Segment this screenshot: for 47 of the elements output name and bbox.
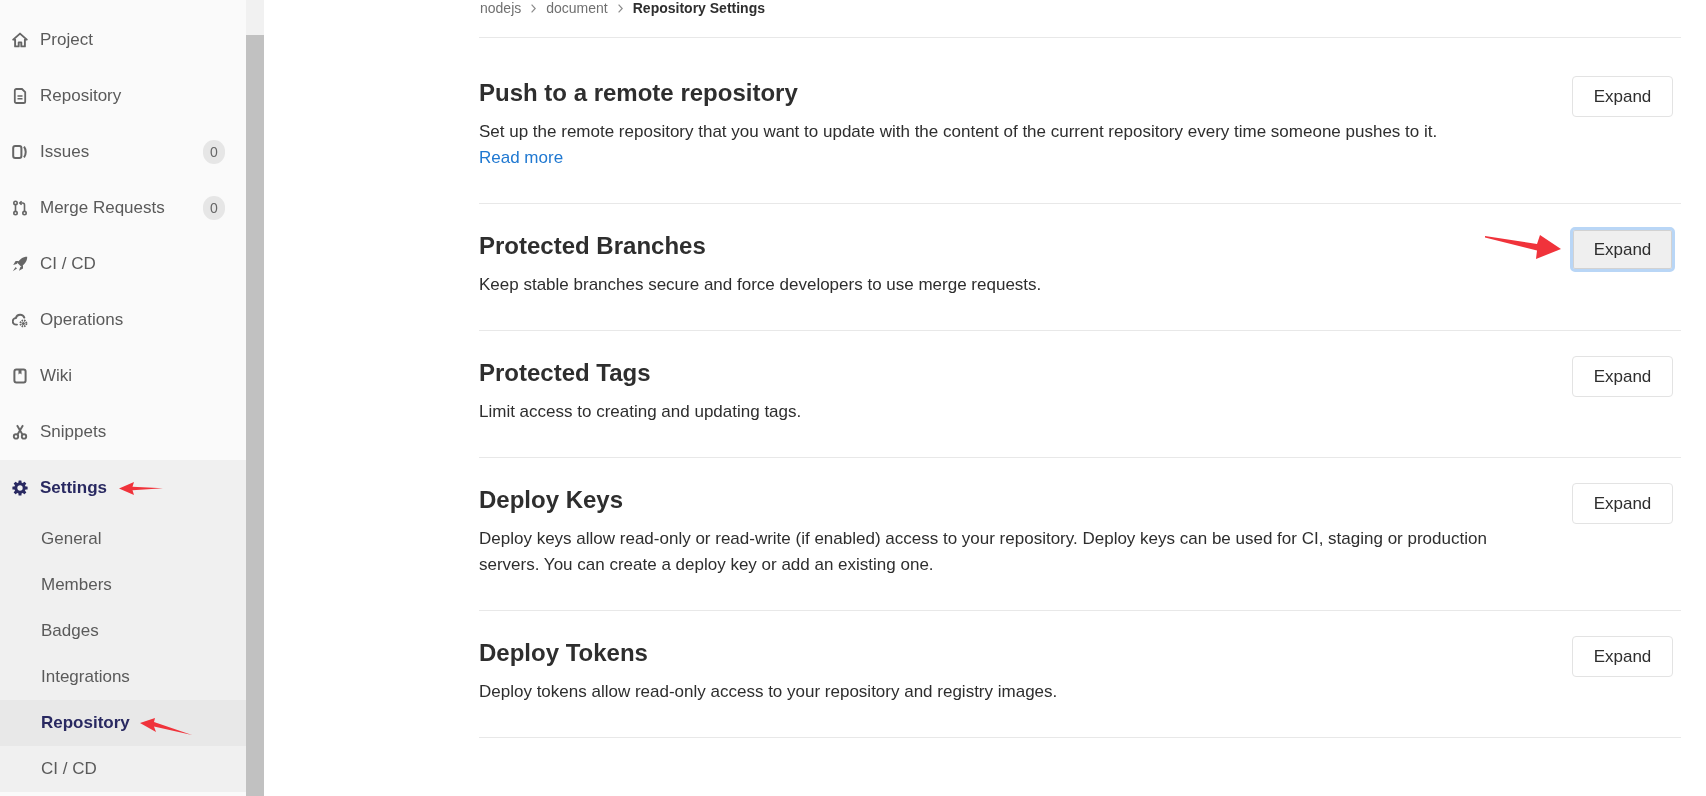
merge-request-icon xyxy=(12,200,28,216)
home-icon xyxy=(12,32,28,48)
breadcrumb-current-page: Repository Settings xyxy=(632,0,765,16)
section-title: Deploy Keys xyxy=(479,485,625,515)
rocket-icon xyxy=(12,256,28,272)
sidebar-item[interactable]: Issues 0 xyxy=(0,124,246,180)
section-title: Protected Branches xyxy=(479,231,707,261)
sidebar-item[interactable]: Settings xyxy=(0,460,246,516)
section-description: Set up the remote repository that you want to update with the content of the current repository every time someone pushes to it. Read more xyxy=(479,121,1439,169)
scissors-icon xyxy=(12,424,28,440)
submenu-item[interactable]: Repository xyxy=(0,700,246,746)
count-badge: 0 xyxy=(203,140,225,164)
sidebar-item[interactable]: CI / CD xyxy=(0,236,246,292)
chevron-right-icon xyxy=(617,3,623,13)
sidebar-item[interactable]: Operations xyxy=(0,292,246,348)
expand-button[interactable]: Expand xyxy=(1572,636,1673,677)
issue-icon xyxy=(12,144,28,160)
section-description: Limit access to creating and updating tags. xyxy=(479,401,803,423)
breadcrumb-link[interactable]: nodejs xyxy=(480,0,522,16)
breadcrumb-link[interactable]: document xyxy=(546,0,608,16)
section-description: Deploy tokens allow read-only access to your repository and registry images. xyxy=(479,681,1059,703)
expand-button[interactable]: Expand xyxy=(1572,356,1673,397)
book-icon xyxy=(12,368,28,384)
section-description: Deploy keys allow read-only or read-write (if enabled) access to your repository. Deploy keys can be used for CI, staging or production servers. You can create a deploy key or add an existing one. xyxy=(479,528,1488,576)
sidebar-item[interactable]: Repository xyxy=(0,68,246,124)
submenu-item[interactable]: CI / CD xyxy=(0,746,246,792)
chevron-right-icon xyxy=(531,3,537,13)
section-description: Keep stable branches secure and force developers to use merge requests. xyxy=(479,274,1043,296)
submenu-item[interactable]: Integrations xyxy=(0,654,246,700)
section-title: Push to a remote repository xyxy=(479,78,799,108)
read-more-link[interactable]: Read more xyxy=(479,148,564,167)
expand-button[interactable]: Expand xyxy=(1572,483,1673,524)
sidebar-item[interactable]: Snippets xyxy=(0,404,246,460)
cloud-gear-icon xyxy=(12,312,28,328)
sidebar-item[interactable]: Merge Requests 0 xyxy=(0,180,246,236)
section-title: Deploy Tokens xyxy=(479,638,649,668)
settings-icon xyxy=(12,480,28,496)
sidebar-item[interactable]: Project xyxy=(0,12,246,68)
document-icon xyxy=(12,88,28,104)
section-title: Protected Tags xyxy=(479,358,652,388)
expand-button[interactable]: Expand xyxy=(1570,227,1675,272)
submenu-item[interactable]: Members xyxy=(0,562,246,608)
sidebar-item[interactable]: Wiki xyxy=(0,348,246,404)
count-badge: 0 xyxy=(203,196,225,220)
expand-button[interactable]: Expand xyxy=(1572,76,1673,117)
submenu-item[interactable]: Badges xyxy=(0,608,246,654)
submenu-item[interactable]: General xyxy=(0,516,246,562)
